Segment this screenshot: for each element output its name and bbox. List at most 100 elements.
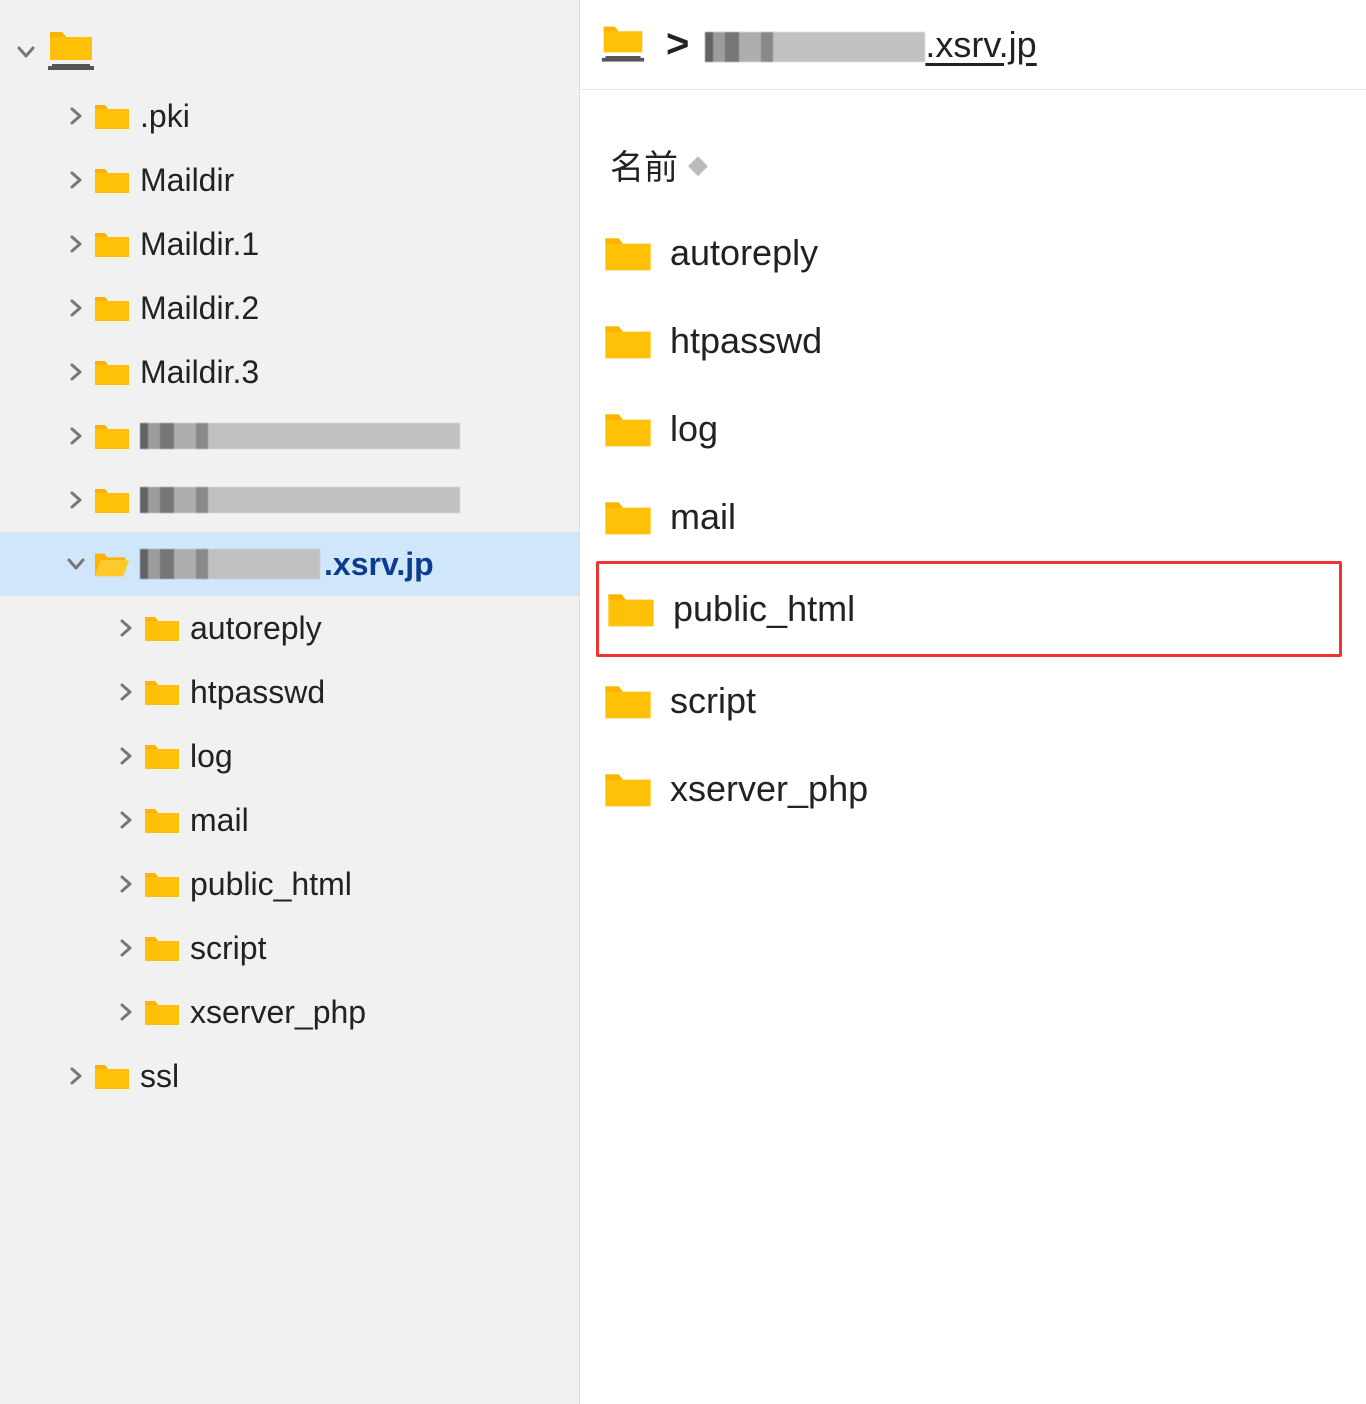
tree-item-log[interactable]: log [0, 724, 579, 788]
tree-item-script[interactable]: script [0, 916, 579, 980]
chevron-right-icon [66, 490, 86, 510]
folder-icon [604, 321, 652, 361]
folder-icon [604, 497, 652, 537]
folder-icon [144, 805, 180, 835]
tree-label: public_html [190, 866, 352, 903]
folder-icon [144, 997, 180, 1027]
list-item-htpasswd[interactable]: htpasswd [604, 297, 1342, 385]
tree-item-public-html[interactable]: public_html [0, 852, 579, 916]
file-name: public_html [673, 588, 855, 630]
folder-open-icon [94, 549, 130, 579]
list-item-public-html[interactable]: public_html [596, 561, 1342, 657]
tree-item-htpasswd[interactable]: htpasswd [0, 660, 579, 724]
tree-item-xserver-php[interactable]: xserver_php [0, 980, 579, 1044]
file-name: htpasswd [670, 320, 822, 362]
tree-root-server[interactable] [0, 20, 579, 84]
breadcrumb-current[interactable]: .xsrv.jp [705, 24, 1036, 66]
file-name: log [670, 408, 718, 450]
tree-item-maildir-1[interactable]: Maildir.1 [0, 212, 579, 276]
folder-icon [94, 293, 130, 323]
tree-item-ssl[interactable]: ssl [0, 1044, 579, 1108]
chevron-right-icon [66, 106, 86, 126]
tree-label: log [190, 738, 233, 775]
folder-icon [94, 165, 130, 195]
file-name: script [670, 680, 756, 722]
list-item-autoreply[interactable]: autoreply [604, 209, 1342, 297]
tree-item-mail[interactable]: mail [0, 788, 579, 852]
folder-icon [144, 933, 180, 963]
list-item-log[interactable]: log [604, 385, 1342, 473]
chevron-right-icon [116, 810, 136, 830]
folder-tree-panel: .pki Maildir Maildir.1 Maildir.2 Maildir… [0, 0, 580, 1404]
tree-label: autoreply [190, 610, 322, 647]
chevron-right-icon [66, 426, 86, 446]
tree-item-maildir-3[interactable]: Maildir.3 [0, 340, 579, 404]
tree-label: ssl [140, 1058, 179, 1095]
tree-label: .xsrv.jp [324, 546, 434, 583]
tree-label: Maildir.3 [140, 354, 259, 391]
chevron-right-icon [66, 362, 86, 382]
file-name: autoreply [670, 232, 818, 274]
chevron-right-icon [66, 170, 86, 190]
redacted-domain-prefix [140, 549, 320, 579]
folder-icon [604, 769, 652, 809]
folder-icon [604, 409, 652, 449]
tree-label: xserver_php [190, 994, 366, 1031]
tree-item-maildir-2[interactable]: Maildir.2 [0, 276, 579, 340]
file-name: xserver_php [670, 768, 868, 810]
tree-item-pki[interactable]: .pki [0, 84, 579, 148]
chevron-down-icon [66, 554, 86, 574]
tree-label: mail [190, 802, 249, 839]
chevron-right-icon [66, 234, 86, 254]
folder-icon [94, 1061, 130, 1091]
chevron-right-icon [116, 874, 136, 894]
chevron-right-icon [116, 938, 136, 958]
column-header-name[interactable]: 名前 ◆ [580, 90, 1366, 209]
tree-item-redacted-2[interactable] [0, 468, 579, 532]
file-name: mail [670, 496, 736, 538]
tree-item-maildir[interactable]: Maildir [0, 148, 579, 212]
chevron-right-icon [116, 618, 136, 638]
redacted-label [140, 487, 460, 513]
server-folder-icon[interactable] [600, 24, 646, 66]
chevron-right-icon [116, 1002, 136, 1022]
tree-label: Maildir.2 [140, 290, 259, 327]
redacted-domain-prefix [705, 32, 925, 62]
tree-label: .pki [140, 98, 190, 135]
folder-icon [144, 677, 180, 707]
chevron-right-icon [66, 1066, 86, 1086]
tree-item-autoreply[interactable]: autoreply [0, 596, 579, 660]
chevron-right-icon [116, 746, 136, 766]
list-item-script[interactable]: script [604, 657, 1342, 745]
tree-item-redacted-1[interactable] [0, 404, 579, 468]
tree-item-xsrv-domain[interactable]: .xsrv.jp [0, 532, 579, 596]
folder-icon [94, 101, 130, 131]
server-folder-icon [46, 30, 96, 74]
folder-icon [604, 233, 652, 273]
breadcrumb-separator-icon: > [666, 22, 689, 67]
folder-icon [144, 741, 180, 771]
sort-indicator-icon: ◆ [688, 149, 708, 180]
column-header-label: 名前 [610, 140, 678, 189]
file-list: autoreply htpasswd log mail public_html [580, 209, 1366, 833]
chevron-right-icon [116, 682, 136, 702]
redacted-label [140, 423, 460, 449]
list-item-xserver-php[interactable]: xserver_php [604, 745, 1342, 833]
folder-icon [607, 589, 655, 629]
chevron-down-icon [16, 42, 36, 62]
list-item-mail[interactable]: mail [604, 473, 1342, 561]
folder-icon [144, 869, 180, 899]
tree-label: htpasswd [190, 674, 325, 711]
folder-icon [604, 681, 652, 721]
folder-icon [144, 613, 180, 643]
file-list-panel: > .xsrv.jp 名前 ◆ autoreply htpasswd log [580, 0, 1366, 1404]
folder-icon [94, 229, 130, 259]
breadcrumb: > .xsrv.jp [580, 0, 1366, 90]
tree-label: script [190, 930, 266, 967]
folder-icon [94, 421, 130, 451]
folder-icon [94, 485, 130, 515]
folder-icon [94, 357, 130, 387]
chevron-right-icon [66, 298, 86, 318]
tree-label: Maildir [140, 162, 234, 199]
tree-label: Maildir.1 [140, 226, 259, 263]
